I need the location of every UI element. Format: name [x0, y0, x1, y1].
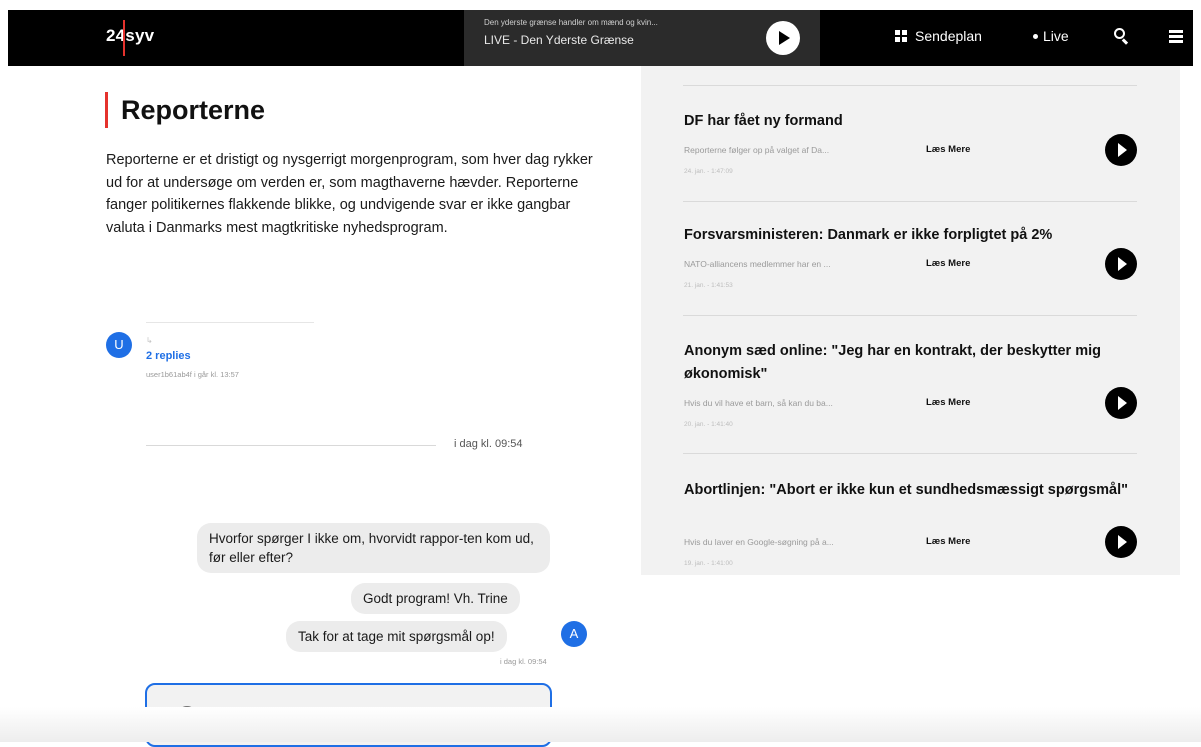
- title-accent-bar: [105, 92, 108, 128]
- comment-input[interactable]: Skriv kommentar: [145, 683, 552, 747]
- episode-play-button[interactable]: [1105, 134, 1137, 166]
- nav-live-label: Live: [1043, 28, 1069, 44]
- play-icon: [1118, 535, 1127, 549]
- play-icon: [1118, 396, 1127, 410]
- hamburger-menu-icon[interactable]: [1169, 30, 1183, 43]
- episode-excerpt: NATO-alliancens medlemmer har en ...: [684, 259, 831, 269]
- live-dot-icon: [1033, 34, 1038, 39]
- nav-live-link[interactable]: Live: [1033, 28, 1069, 44]
- episode-title[interactable]: Anonym sæd online: "Jeg har en kontrakt,…: [684, 340, 1144, 386]
- episode-date: 21. jan. - 1:41:53: [684, 282, 733, 289]
- top-navigation-bar: 24syv Den yderste grænse handler om mænd…: [8, 10, 1193, 66]
- read-more-link[interactable]: Læs Mere: [926, 397, 970, 408]
- day-separator-line: [146, 445, 436, 446]
- comment-placeholder: Skriv kommentar: [220, 707, 326, 723]
- grid-icon: [895, 30, 907, 42]
- live-player[interactable]: Den yderste grænse handler om mænd og kv…: [464, 10, 820, 66]
- episode-date: 24. jan. - 1:47:09: [684, 168, 733, 175]
- live-play-button[interactable]: [766, 21, 800, 55]
- replies-link[interactable]: 2 replies: [146, 350, 191, 362]
- read-more-link[interactable]: Læs Mere: [926, 144, 970, 155]
- search-icon[interactable]: [1114, 28, 1129, 45]
- episode-divider: [683, 85, 1137, 86]
- episode-title[interactable]: DF har fået ny formand: [684, 110, 1144, 133]
- episode-date: 20. jan. - 1:41:40: [684, 421, 733, 428]
- episode-play-button[interactable]: [1105, 248, 1137, 280]
- read-more-link[interactable]: Læs Mere: [926, 536, 970, 547]
- episode-title[interactable]: Abortlinjen: "Abort er ikke kun et sundh…: [684, 479, 1144, 502]
- nav-schedule-label: Sendeplan: [915, 28, 982, 44]
- logo-slash: [123, 20, 125, 56]
- episode-excerpt: Hvis du vil have et barn, så kan du ba..…: [684, 398, 833, 408]
- thread-divider: [146, 322, 314, 323]
- message-timestamp: i dag kl. 09:54: [500, 657, 547, 666]
- episode-play-button[interactable]: [1105, 526, 1137, 558]
- page-title: Reporterne: [121, 95, 266, 125]
- player-title: LIVE - Den Yderste Grænse: [484, 33, 634, 47]
- episode-play-button[interactable]: [1105, 387, 1137, 419]
- episode-excerpt: Hvis du laver en Google-søgning på a...: [684, 537, 834, 547]
- episode-divider: [683, 201, 1137, 202]
- episode-title[interactable]: Forsvarsministeren: Danmark er ikke forp…: [684, 224, 1144, 247]
- episode-divider: [683, 453, 1137, 454]
- reply-arrow-icon: ↳: [146, 336, 153, 345]
- episodes-sidebar: DF har fået ny formand Reporterne følger…: [641, 66, 1180, 575]
- play-icon: [1118, 257, 1127, 271]
- chat-message: Hvorfor spørger I ikke om, hvorvidt rapp…: [197, 523, 550, 573]
- chat-message: Tak for at tage mit spørgsmål op!: [286, 621, 507, 652]
- image-upload-icon[interactable]: [513, 708, 525, 719]
- own-avatar[interactable]: A: [561, 621, 587, 647]
- nav-schedule-link[interactable]: Sendeplan: [895, 28, 982, 44]
- site-logo[interactable]: 24syv: [106, 20, 155, 56]
- program-description: Reporterne er et dristigt og nysgerrigt …: [106, 152, 593, 236]
- user-avatar[interactable]: U: [106, 332, 132, 358]
- day-separator-label: i dag kl. 09:54: [454, 438, 523, 450]
- emoji-icon[interactable]: [177, 706, 197, 726]
- episode-date: 19. jan. - 1:41:00: [684, 560, 733, 567]
- read-more-link[interactable]: Læs Mere: [926, 258, 970, 269]
- thread-meta: user1b61ab4f i går kl. 13:57: [146, 370, 239, 379]
- episode-excerpt: Reporterne følger op på valget af Da...: [684, 145, 830, 155]
- player-subtitle: Den yderste grænse handler om mænd og kv…: [484, 18, 658, 27]
- logo-text: 24syv: [106, 26, 155, 45]
- play-icon: [1118, 143, 1127, 157]
- play-icon: [779, 31, 790, 45]
- episode-divider: [683, 315, 1137, 316]
- chat-message: Godt program! Vh. Trine: [351, 583, 520, 614]
